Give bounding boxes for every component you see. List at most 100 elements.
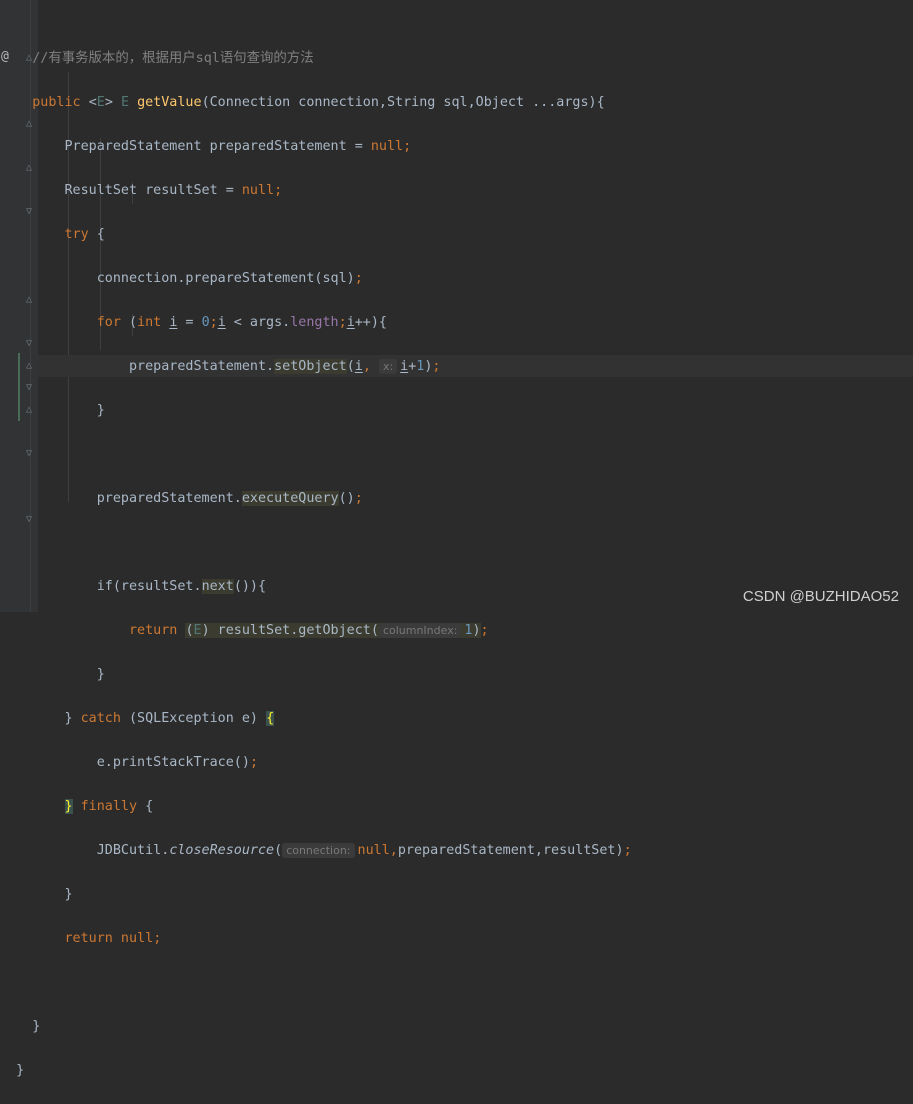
parameter-hint: columnIndex: bbox=[378, 623, 462, 638]
keyword-return: return bbox=[64, 931, 113, 946]
loop-variable: i bbox=[354, 359, 363, 374]
parameter-hint: x: bbox=[378, 359, 398, 374]
token: { bbox=[88, 227, 105, 242]
comma: , bbox=[362, 359, 379, 374]
token: = bbox=[177, 315, 202, 330]
number-literal: 0 bbox=[201, 315, 210, 330]
semicolon: ; bbox=[153, 931, 162, 946]
method-call-executequery: executeQuery bbox=[241, 491, 339, 506]
static-method-call: closeResource bbox=[169, 843, 275, 858]
token: } bbox=[96, 667, 105, 682]
comma: , bbox=[389, 843, 398, 858]
code-line: if(resultSet.next()){ bbox=[0, 576, 632, 598]
keyword-catch: catch bbox=[80, 711, 121, 726]
parameter-list: (Connection connection,String sql,Object… bbox=[201, 95, 605, 110]
token: { bbox=[137, 799, 154, 814]
code-editor[interactable]: //有事务版本的，根据用户sql语句查询的方法 public <E> E get… bbox=[0, 26, 632, 1104]
unchecked-cast-highlight: (E) resultSet.getObject(columnIndex: 1) bbox=[185, 623, 481, 638]
code-line: ResultSet resultSet = null; bbox=[0, 180, 632, 202]
token: > bbox=[104, 95, 121, 110]
token: preparedStatement. bbox=[129, 359, 275, 374]
semicolon: ; bbox=[623, 843, 632, 858]
code-line: } finally { bbox=[0, 796, 632, 818]
method-name: getValue bbox=[137, 95, 202, 110]
code-line: return (E) resultSet.getObject(columnInd… bbox=[0, 620, 632, 642]
keyword-null: null bbox=[370, 139, 404, 154]
semicolon: ; bbox=[274, 183, 283, 198]
token: JDBCutil. bbox=[96, 843, 170, 858]
token: preparedStatement,resultSet) bbox=[397, 843, 624, 858]
loop-variable: i bbox=[346, 315, 355, 330]
keyword-null: null bbox=[241, 183, 275, 198]
semicolon: ; bbox=[432, 359, 441, 374]
token: ()){ bbox=[233, 579, 267, 594]
code-line: connection.prepareStatement(sql); bbox=[0, 268, 632, 290]
code-line: } bbox=[0, 1060, 632, 1082]
code-line: return null; bbox=[0, 928, 632, 950]
parameter-hint: connection: bbox=[282, 843, 355, 858]
token: } bbox=[32, 1019, 41, 1034]
token: < args. bbox=[225, 315, 291, 330]
code-line: for (int i = 0;i < args.length;i++){ bbox=[0, 312, 632, 334]
type-parameter: E bbox=[96, 95, 105, 110]
token: } bbox=[64, 711, 81, 726]
code-line: preparedStatement.setObject(i, x: i+1); bbox=[0, 356, 632, 378]
token: preparedStatement. bbox=[96, 491, 242, 506]
keyword-public: public bbox=[32, 95, 89, 110]
token: } bbox=[96, 403, 105, 418]
type-parameter: E bbox=[193, 623, 202, 638]
token: ) resultSet.getObject( bbox=[201, 623, 379, 638]
comment: //有事务版本的，根据用户sql语句查询的方法 bbox=[32, 51, 314, 66]
token: ++){ bbox=[354, 315, 387, 330]
token: (SQLException e) bbox=[120, 711, 267, 726]
token: } bbox=[16, 1063, 25, 1078]
semicolon: ; bbox=[209, 315, 218, 330]
token: ( bbox=[274, 843, 283, 858]
method-call-setobject: setObject bbox=[274, 359, 347, 374]
token: ResultSet resultSet = bbox=[64, 183, 242, 198]
code-line: } bbox=[0, 1016, 632, 1038]
keyword-int: int bbox=[137, 315, 162, 330]
code-line: } bbox=[0, 400, 632, 422]
token: ) bbox=[472, 623, 481, 638]
matched-brace: } bbox=[64, 799, 73, 814]
token: < bbox=[88, 95, 97, 110]
keyword-null: null bbox=[357, 843, 390, 858]
semicolon: ; bbox=[249, 755, 258, 770]
matched-brace: { bbox=[266, 711, 275, 726]
token: PreparedStatement preparedStatement = bbox=[64, 139, 371, 154]
token: ( bbox=[120, 315, 138, 330]
number-literal: 1 bbox=[464, 623, 473, 638]
semicolon: ; bbox=[354, 491, 363, 506]
code-line: JDBCutil.closeResource(connection: null,p… bbox=[0, 840, 632, 862]
return-type: E bbox=[120, 95, 138, 110]
semicolon: ; bbox=[354, 271, 363, 286]
code-line: //有事务版本的，根据用户sql语句查询的方法 bbox=[0, 48, 632, 70]
code-line: e.printStackTrace(); bbox=[0, 752, 632, 774]
code-line: preparedStatement.executeQuery(); bbox=[0, 488, 632, 510]
code-line: } bbox=[0, 664, 632, 686]
semicolon: ; bbox=[480, 623, 489, 638]
token: if(resultSet. bbox=[96, 579, 202, 594]
keyword-for: for bbox=[96, 315, 121, 330]
keyword-null: null bbox=[112, 931, 154, 946]
code-line: } catch (SQLException e) { bbox=[0, 708, 632, 730]
code-line: public <E> E getValue(Connection connect… bbox=[0, 92, 632, 114]
field-length: length bbox=[290, 315, 339, 330]
code-line: PreparedStatement preparedStatement = nu… bbox=[0, 136, 632, 158]
semicolon: ; bbox=[403, 139, 412, 154]
code-line: } bbox=[0, 884, 632, 906]
token: e.printStackTrace() bbox=[96, 755, 250, 770]
keyword-try: try bbox=[64, 227, 89, 242]
watermark: CSDN @BUZHIDAO52 bbox=[742, 588, 899, 605]
keyword-return: return bbox=[129, 623, 178, 638]
code-line: try { bbox=[0, 224, 632, 246]
semicolon: ; bbox=[338, 315, 347, 330]
loop-variable: i bbox=[400, 359, 409, 374]
loop-variable: i bbox=[217, 315, 226, 330]
method-call-next: next bbox=[201, 579, 234, 594]
token: () bbox=[338, 491, 355, 506]
